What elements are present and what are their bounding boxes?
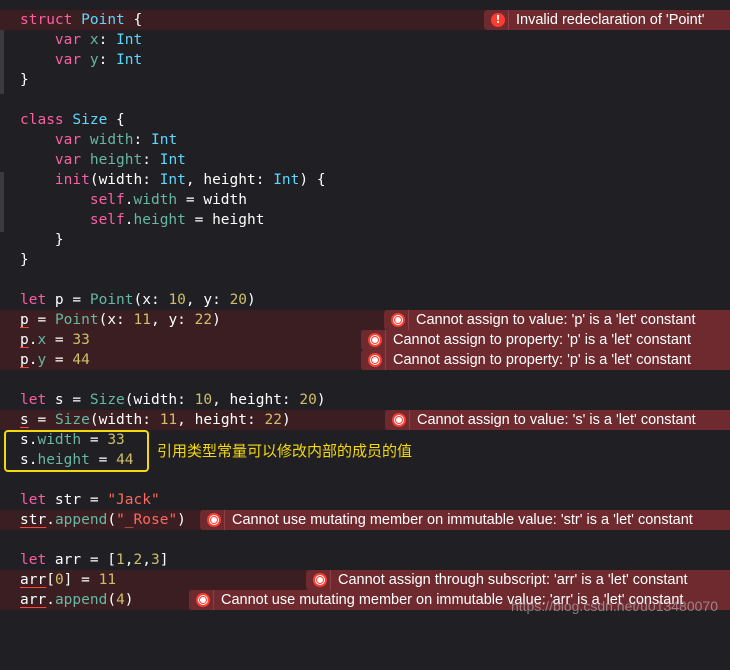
error-badge[interactable]: Cannot assign through subscript: 'arr' i… (306, 570, 730, 590)
code-line[interactable]: struct Point { ! Invalid redeclaration of… (0, 10, 730, 30)
error-badge[interactable]: Cannot assign to property: 'p' is a 'let… (361, 350, 730, 370)
error-badge[interactable]: Cannot assign to value: 'p' is a 'let' c… (384, 310, 730, 330)
error-icon (368, 333, 382, 347)
error-icon: ! (491, 13, 505, 27)
code-line[interactable]: arr[0] = 11 Cannot assign through subscr… (0, 570, 730, 590)
error-icon (391, 313, 405, 327)
code-line[interactable]: s = Size(width: 11, height: 22) Cannot a… (0, 410, 730, 430)
code-line[interactable]: class Size { (0, 110, 730, 130)
code-line[interactable]: self.width = width (0, 190, 730, 210)
code-line[interactable]: p.x = 33 Cannot assign to property: 'p' … (0, 330, 730, 350)
code-editor[interactable]: struct Point { ! Invalid redeclaration of… (0, 0, 730, 627)
error-icon (392, 413, 406, 427)
watermark: https://blog.csdn.net/u013480070 (510, 598, 718, 614)
code-line[interactable]: let s = Size(width: 10, height: 20) (0, 390, 730, 410)
error-badge[interactable]: Cannot use mutating member on immutable … (200, 510, 730, 530)
code-line[interactable]: let arr = [1,2,3] (0, 550, 730, 570)
code-line[interactable]: var height: Int (0, 150, 730, 170)
code-line[interactable]: str.append("_Rose") Cannot use mutating … (0, 510, 730, 530)
error-icon (313, 573, 327, 587)
code-line[interactable]: self.height = height (0, 210, 730, 230)
code-line[interactable]: var y: Int (0, 50, 730, 70)
error-icon (368, 353, 382, 367)
code-line[interactable]: let str = "Jack" (0, 490, 730, 510)
code-line[interactable]: } (0, 70, 730, 90)
code-line[interactable]: } (0, 230, 730, 250)
code-line[interactable]: } (0, 250, 730, 270)
code-line[interactable]: var width: Int (0, 130, 730, 150)
error-badge[interactable]: Cannot assign to property: 'p' is a 'let… (361, 330, 730, 350)
error-icon (196, 593, 210, 607)
annotation-note: 引用类型常量可以修改内部的成员的值 (157, 442, 413, 460)
error-badge[interactable]: ! Invalid redeclaration of 'Point' (484, 10, 730, 30)
code-line[interactable]: let p = Point(x: 10, y: 20) (0, 290, 730, 310)
error-badge[interactable]: Cannot assign to value: 's' is a 'let' c… (385, 410, 730, 430)
highlight-box (4, 430, 149, 472)
code-line[interactable]: p.y = 44 Cannot assign to property: 'p' … (0, 350, 730, 370)
code-line[interactable]: init(width: Int, height: Int) { (0, 170, 730, 190)
error-icon (207, 513, 221, 527)
code-line[interactable]: p = Point(x: 11, y: 22) Cannot assign to… (0, 310, 730, 330)
code-line[interactable]: var x: Int (0, 30, 730, 50)
